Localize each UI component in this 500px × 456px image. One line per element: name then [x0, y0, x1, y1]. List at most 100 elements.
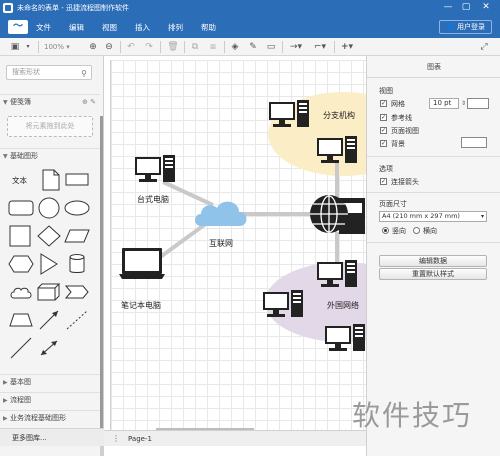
rounded-rect-shape[interactable] — [8, 197, 34, 219]
to-back-icon[interactable]: ⧈ — [206, 41, 220, 53]
waypoint-style-icon[interactable]: ⌐▾ — [310, 41, 330, 53]
hexagon-shape[interactable] — [8, 253, 34, 275]
section-flowchart-label: 流程图 — [10, 396, 31, 404]
app-icon — [3, 3, 13, 13]
dashed-line-shape[interactable] — [64, 309, 90, 331]
landscape-radio[interactable] — [413, 227, 420, 234]
step-shape[interactable] — [64, 281, 90, 303]
menu-edit[interactable]: 编辑 — [69, 22, 84, 33]
text-shape[interactable]: 文本 — [12, 175, 38, 197]
line-shape[interactable] — [8, 337, 34, 359]
square-shape[interactable] — [8, 225, 34, 247]
edit-data-button[interactable]: 编辑数据 — [379, 255, 487, 267]
fullscreen-icon[interactable]: ⤢ — [476, 41, 492, 53]
section-flowchart[interactable]: ▶ 流程图 — [0, 392, 100, 407]
note-shape[interactable] — [38, 169, 64, 191]
insert-plus-icon[interactable]: +▾ — [338, 41, 356, 53]
background-checkbox[interactable]: ✓ — [380, 140, 387, 147]
foreign-pc-3-icon[interactable] — [325, 324, 365, 351]
background-label: 背景 — [391, 140, 405, 148]
paper-size-value: A4 (210 mm x 297 mm) — [382, 212, 460, 220]
paper-size-select[interactable]: A4 (210 mm x 297 mm) ▾ — [379, 211, 487, 222]
undo-icon[interactable]: ↶ — [124, 41, 138, 53]
menu-file[interactable]: 文件 — [36, 22, 51, 33]
page-view-checkbox[interactable]: ✓ — [380, 127, 387, 134]
cloud-shape[interactable] — [8, 281, 34, 303]
grid-color-swatch[interactable] — [467, 98, 489, 109]
guides-checkbox[interactable]: ✓ — [380, 114, 387, 121]
left-scrollbar[interactable] — [100, 116, 103, 456]
user-login-button[interactable]: 👤 用户登录 — [439, 20, 492, 34]
menu-arrange[interactable]: 排列 — [168, 22, 183, 33]
foreign-label[interactable]: 外国网络 — [327, 300, 359, 311]
section-scratchpad[interactable]: ▼ 便笺簿 ⊕ ✎ — [0, 94, 100, 109]
grid-checkbox[interactable]: ✓ — [380, 100, 387, 107]
cube-shape[interactable] — [36, 281, 62, 303]
close-button[interactable]: ✕ — [478, 1, 494, 13]
search-icon[interactable]: ⚲ — [81, 67, 87, 80]
page-tab[interactable]: Page-1 — [128, 433, 152, 445]
desktop-computer-icon[interactable] — [135, 155, 175, 182]
search-input[interactable]: 搜索形状 ⚲ — [6, 65, 92, 80]
shadow-icon[interactable]: ▭ — [264, 41, 278, 53]
cylinder-shape[interactable] — [64, 253, 90, 275]
window-title: 未命名的表单 - 迅捷流程图制作软件 — [17, 4, 129, 12]
delete-icon[interactable]: 🗑 — [166, 41, 180, 53]
menu-insert[interactable]: 插入 — [135, 22, 150, 33]
zoom-value: 100% — [44, 43, 65, 51]
bidirectional-arrow-shape[interactable] — [36, 337, 62, 359]
laptop-icon[interactable] — [119, 248, 165, 279]
section-general[interactable]: ▼ 基础图形 — [0, 148, 100, 163]
to-front-icon[interactable]: ⧉ — [188, 41, 202, 53]
background-color-swatch[interactable] — [461, 137, 487, 148]
zoom-level[interactable]: 100% ▾ — [44, 41, 78, 53]
portrait-radio[interactable] — [382, 227, 389, 234]
zoom-out-icon[interactable]: ⊖ — [102, 41, 116, 53]
pages-menu-icon[interactable]: ⋮ — [112, 433, 120, 445]
triangle-shape[interactable] — [36, 253, 62, 275]
menu-help[interactable]: 帮助 — [201, 22, 216, 33]
grid-size-stepper-icon[interactable]: ⇕ — [461, 98, 466, 109]
drop-hint: 将元素拖到此处 — [25, 122, 75, 130]
diagram-canvas[interactable]: 分支机构 台式电脑 互联网 笔记本电脑 外国网络 — [110, 60, 366, 430]
panel-dropdown-icon[interactable]: ▾ — [24, 41, 32, 53]
diamond-shape[interactable] — [36, 225, 62, 247]
scratchpad-actions-icon[interactable]: ⊕ ✎ — [82, 95, 96, 110]
section-basic[interactable]: ▶ 基本图 — [0, 374, 100, 389]
maximize-button[interactable]: ▢ — [458, 1, 474, 13]
laptop-label[interactable]: 笔记本电脑 — [121, 300, 161, 311]
connection-arrows-checkbox[interactable]: ✓ — [380, 178, 387, 185]
scratchpad-drop-area[interactable]: 将元素拖到此处 — [7, 116, 93, 137]
section-basic-label: 基本图 — [10, 378, 31, 386]
fill-color-icon[interactable]: ◈ — [228, 41, 242, 53]
grid-label: 网格 — [391, 100, 405, 108]
landscape-label: 横向 — [423, 227, 437, 235]
parallelogram-shape[interactable] — [64, 225, 90, 247]
view-title: 视图 — [379, 87, 393, 95]
rectangle-shape[interactable] — [64, 169, 90, 191]
trapezoid-shape[interactable] — [8, 309, 34, 331]
internet-label[interactable]: 互联网 — [209, 238, 233, 249]
circle-shape[interactable] — [36, 197, 62, 219]
line-color-icon[interactable]: ✎ — [246, 41, 260, 53]
more-shapes-button[interactable]: 更多图库... — [0, 428, 104, 446]
arrow-line-shape[interactable] — [36, 309, 62, 331]
ellipse-shape[interactable] — [64, 197, 90, 219]
panel-toggle-icon[interactable]: ▣ — [8, 41, 22, 53]
menu-view[interactable]: 视图 — [102, 22, 117, 33]
reset-style-button[interactable]: 重置默认样式 — [379, 268, 487, 280]
section-bpmn[interactable]: ▶ 业务流程基础图形 — [0, 410, 100, 425]
grid-size-input[interactable]: 10 pt — [429, 98, 459, 109]
dropdown-arrow-icon: ▾ — [480, 213, 484, 220]
branch-label[interactable]: 分支机构 — [323, 110, 355, 121]
zoom-in-icon[interactable]: ⊕ — [86, 41, 100, 53]
desktop-label[interactable]: 台式电脑 — [137, 194, 169, 205]
minimize-button[interactable]: — — [440, 1, 456, 13]
redo-icon[interactable]: ↷ — [142, 41, 156, 53]
left-scroll-thumb[interactable] — [100, 116, 103, 436]
expand-caret-icon: ▶ — [3, 379, 8, 386]
globe-server-icon[interactable] — [310, 195, 365, 234]
format-panel-header[interactable]: 图表 — [367, 56, 500, 78]
internet-cloud-icon[interactable] — [195, 201, 247, 226]
connection-style-icon[interactable]: →▾ — [286, 41, 306, 53]
